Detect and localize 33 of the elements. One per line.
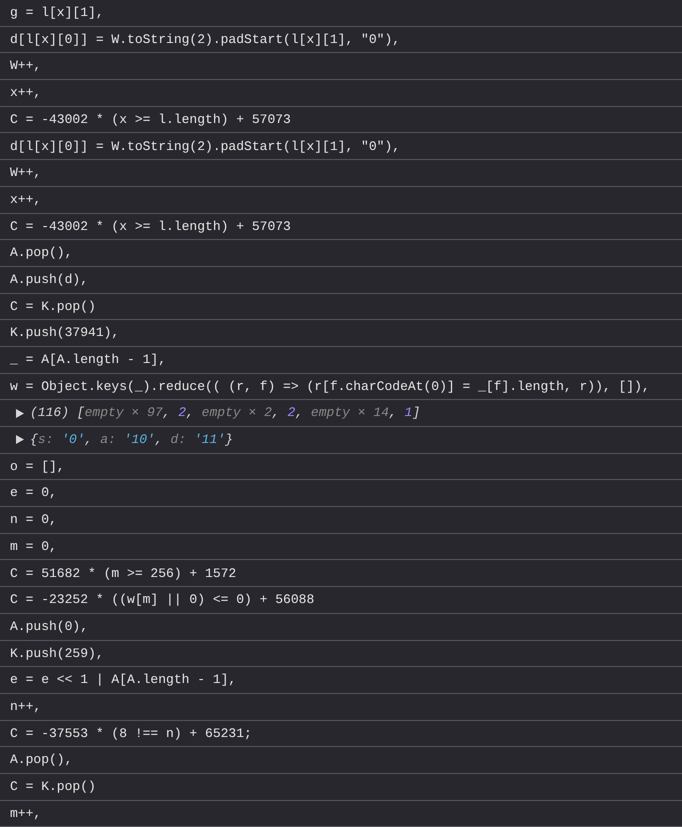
expand-triangle-icon[interactable] [16,408,24,418]
console-log-line: A.push(0), [10,618,88,636]
console-log-line: C = K.pop() [10,778,96,796]
console-log-line: C = -43002 * (x >= l.length) + 57073 [10,110,291,129]
console-log-line: e = 0, [10,484,57,502]
console-log-line: C = 51682 * (m >= 256) + 1572 [10,564,236,583]
console-log-line: C = -37553 * (8 !== n) + 65231; [10,724,252,743]
console-log-line: x++, [10,84,42,102]
console-log-line: d[l[x][0]] = W.toString(2).padStart(l[x][1], "0"), [10,30,400,49]
expand-triangle-icon[interactable] [16,435,24,444]
console-log-line: o = [], [10,458,65,476]
object-preview[interactable]: {s: '0', a: '10', d: '11'} [30,430,233,450]
console-log-line: A.push(d), [10,270,88,289]
console-log-line: C = -43002 * (x >= l.length) + 57073 [10,218,291,236]
console-log-line: w = Object.keys(_).reduce(( (r, f) => (r[f.charCodeAt(0)] = _[f].length, r)), []), [10,378,650,396]
object-preview[interactable]: (116) [empty × 97, 2, empty × 2, 2, empty × 14, 1] [30,403,420,423]
console-log-line: A.pop(), [10,244,72,262]
console-log-line: W++, [10,164,42,182]
console-log-line: C = -23252 * ((w[m] || 0) <= 0) + 56088 [10,591,314,610]
console-log-line: K.push(259), [10,644,104,663]
console-log-line: g = l[x][1], [10,4,104,22]
console-log-line: n++, [10,698,42,716]
console-log-line: e = e << 1 | A[A.length - 1], [10,671,236,690]
console-log-line: x++, [10,190,42,209]
console-log-line: C = K.pop() [10,298,96,316]
console-log-line: d[l[x][0]] = W.toString(2).padStart(l[x][1], "0"), [10,138,400,156]
console-log-line: m++, [10,804,42,823]
console-log-line: _ = A[A.length - 1], [10,351,166,370]
console-log-line: n = 0, [10,511,57,530]
console-log-line: W++, [10,57,42,76]
console-log-line: m = 0, [10,538,57,556]
console-log-line: K.push(37941), [10,324,120,342]
console-log-line: A.pop(), [10,751,72,770]
